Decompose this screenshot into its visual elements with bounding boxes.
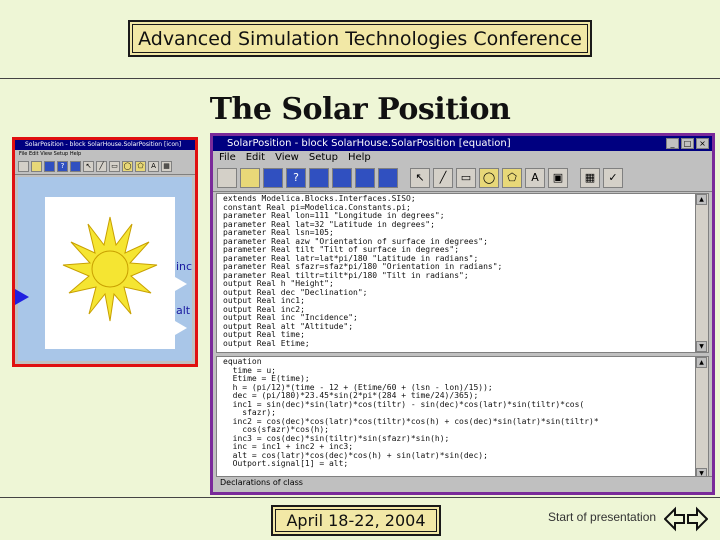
pointer-icon[interactable]: ↖ [83, 160, 94, 172]
icon-view-icon[interactable] [70, 160, 81, 172]
editor-menubar: File Edit View Setup Help [213, 151, 712, 165]
save-icon[interactable] [44, 160, 55, 172]
editor-window[interactable]: SolarPosition - block SolarHouse.SolarPo… [210, 133, 715, 495]
help-icon[interactable]: ? [286, 168, 306, 188]
diagram-window[interactable]: SolarPosition - block SolarHouse.SolarPo… [12, 137, 198, 367]
declarations-scrollbar[interactable]: ▲ ▼ [695, 194, 708, 352]
ellipse-icon[interactable]: ◯ [479, 168, 499, 188]
inc-port-label: inc [176, 260, 193, 273]
conference-date: April 18-22, 2004 [286, 511, 426, 530]
declarations-pane[interactable]: extends Modelica.Blocks.Interfaces.SISO;… [216, 193, 709, 353]
editor-window-titlebar[interactable]: SolarPosition - block SolarHouse.SolarPo… [213, 136, 712, 151]
menu-help[interactable]: Help [348, 151, 371, 165]
menu-setup[interactable]: Setup [309, 151, 338, 165]
save-icon[interactable] [263, 168, 283, 188]
menu-view[interactable]: View [275, 151, 299, 165]
maximize-icon[interactable]: □ [681, 138, 694, 149]
scroll-down-icon[interactable]: ▼ [696, 341, 707, 352]
info-layer-icon[interactable] [355, 168, 375, 188]
left-arrow-icon[interactable] [664, 506, 685, 532]
open-icon[interactable] [31, 160, 42, 172]
alt-port-label: alt [176, 304, 191, 317]
diagram-window-menubar[interactable]: File Edit View Setup Help [15, 150, 195, 158]
grid-icon[interactable]: ▦ [161, 160, 172, 172]
solar-position-icon[interactable] [45, 197, 175, 349]
check-icon[interactable]: ✓ [603, 168, 623, 188]
diagram-window-titlebar[interactable]: SolarPosition - block SolarHouse.SolarPo… [15, 140, 195, 150]
text-layer-icon[interactable] [378, 168, 398, 188]
new-file-icon[interactable] [217, 168, 237, 188]
equations-scrollbar[interactable]: ▲ ▼ [695, 357, 708, 479]
diagram-layer-icon[interactable] [332, 168, 352, 188]
scroll-up-icon[interactable]: ▲ [696, 357, 707, 368]
conference-title: Advanced Simulation Technologies Confere… [138, 27, 582, 50]
help-icon[interactable]: ? [57, 160, 68, 172]
open-folder-icon[interactable] [240, 168, 260, 188]
navigation-arrows [664, 506, 708, 532]
bitmap-icon[interactable]: ▣ [548, 168, 568, 188]
new-icon[interactable] [18, 160, 29, 172]
status-bar: Declarations of class [216, 476, 712, 489]
conference-banner: Advanced Simulation Technologies Confere… [128, 20, 592, 57]
inc-port-icon[interactable] [175, 277, 187, 291]
line-icon[interactable]: ╱ [433, 168, 453, 188]
editor-window-title: SolarPosition - block SolarHouse.SolarPo… [227, 138, 511, 149]
start-of-presentation-link[interactable]: Start of presentation [548, 510, 656, 524]
bottom-divider [0, 497, 720, 498]
diagram-canvas[interactable]: inc alt [15, 177, 193, 361]
alt-port-icon[interactable] [175, 321, 187, 335]
menu-edit[interactable]: Edit [246, 151, 265, 165]
line-icon[interactable]: ╱ [96, 160, 107, 172]
icon-layer-icon[interactable] [309, 168, 329, 188]
scroll-up-icon[interactable]: ▲ [696, 194, 707, 205]
text-tool-icon[interactable]: A [525, 168, 545, 188]
equations-pane[interactable]: equation time = u; Etime = E(time); h = … [216, 356, 709, 480]
sun-icon [62, 216, 158, 322]
polygon-icon[interactable]: ⬠ [502, 168, 522, 188]
text-tool-icon[interactable]: A [148, 160, 159, 172]
top-divider [0, 78, 720, 79]
rect-icon[interactable]: ▭ [109, 160, 120, 172]
ellipse-icon[interactable]: ◯ [122, 160, 133, 172]
declarations-text[interactable]: extends Modelica.Blocks.Interfaces.SISO;… [217, 194, 708, 349]
right-arrow-icon[interactable] [687, 506, 708, 532]
slide-title: The Solar Position [209, 92, 511, 127]
date-box: April 18-22, 2004 [271, 505, 441, 536]
grid-icon[interactable]: ▦ [580, 168, 600, 188]
diagram-window-toolbar: ? ↖ ╱ ▭ ◯ ⬠ A ▦ [15, 158, 195, 175]
input-port-icon[interactable] [15, 289, 29, 305]
polygon-icon[interactable]: ⬠ [135, 160, 146, 172]
equations-text[interactable]: equation time = u; Etime = E(time); h = … [217, 357, 708, 470]
rect-icon[interactable]: ▭ [456, 168, 476, 188]
close-icon[interactable]: × [696, 138, 709, 149]
editor-toolbar: ? ↖ ╱ ▭ ◯ ⬠ A ▣ ▦ ✓ [213, 165, 712, 192]
minimize-icon[interactable]: _ [666, 138, 679, 149]
pointer-icon[interactable]: ↖ [410, 168, 430, 188]
menu-file[interactable]: File [219, 151, 236, 165]
